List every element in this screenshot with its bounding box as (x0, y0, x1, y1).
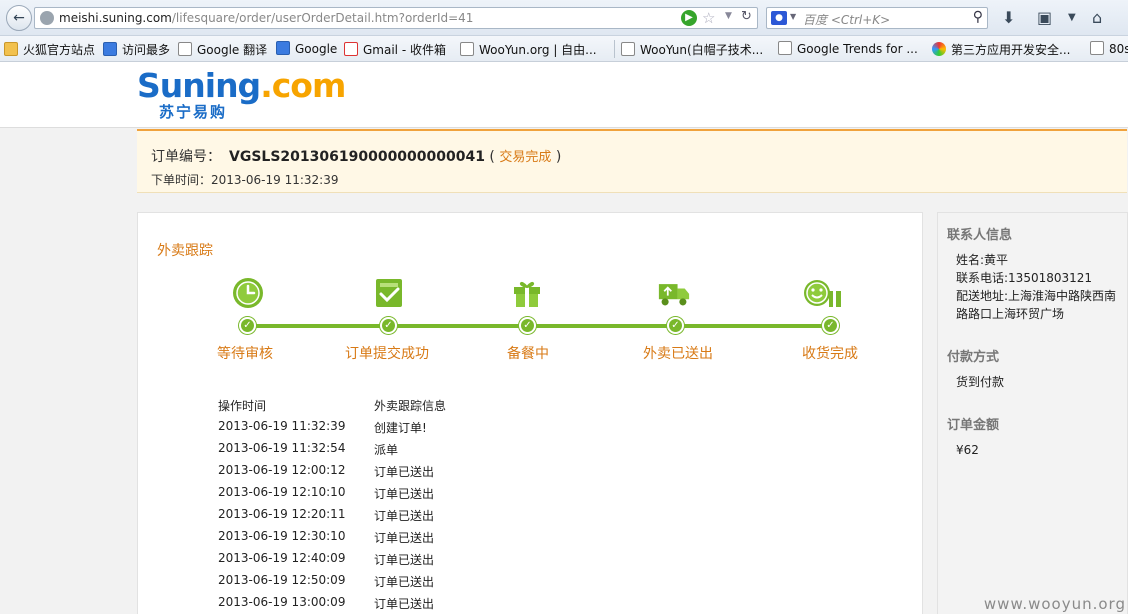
bookmark-item[interactable]: 80s (1090, 41, 1128, 56)
bookmark-item[interactable]: 火狐官方站点 (4, 41, 95, 58)
logo-subtitle: 苏宁易购 (159, 103, 228, 121)
folder-icon (4, 42, 18, 56)
globe-icon (40, 11, 54, 25)
order-time: 2013-06-19 11:32:39 (211, 173, 339, 187)
bookmark-item[interactable]: WooYun(白帽子技术... (621, 41, 763, 58)
bookmark-item[interactable]: 访问最多 (103, 41, 170, 58)
download-icon[interactable]: ⬇ (1002, 8, 1015, 27)
app-swirl-icon (932, 42, 946, 56)
reload-icon[interactable]: ↻ (741, 9, 752, 24)
order-number-line: 订单编号： VGSLS201306190000000000041 ( 交易完成 ) (151, 149, 562, 165)
url-host: meishi.suning.com (59, 11, 172, 25)
url-dropdown-icon[interactable]: ▼ (725, 11, 732, 21)
screenshot-tool-icon[interactable]: ▣ (1037, 8, 1052, 27)
document-check-icon (376, 279, 402, 307)
page-icon (778, 41, 792, 55)
site-header: Suning.com 苏宁易购 (0, 62, 1128, 128)
bookmark-item[interactable]: 第三方应用开发安全... (932, 41, 1070, 58)
bookmark-item[interactable]: WooYun.org | 自由... (460, 41, 597, 58)
page-icon (460, 42, 474, 56)
google-icon (276, 41, 290, 55)
contact-phone: 联系电话:13501803121 (956, 271, 1093, 285)
progress-track (248, 324, 830, 328)
bookmark-separator (614, 40, 615, 58)
page-icon (178, 42, 192, 56)
search-bar[interactable]: ● ▼ 百度 <Ctrl+K> ⚲ (766, 7, 988, 29)
bookmark-star-icon[interactable]: ☆ (702, 9, 715, 27)
step-check-icon: ✓ (380, 317, 397, 334)
order-time-label: 下单时间： (151, 173, 212, 187)
gmail-icon (344, 42, 358, 56)
contact-name: 姓名:黄平 (956, 253, 1009, 267)
search-engine-icon[interactable]: ● (771, 11, 787, 25)
gift-box-icon (514, 281, 540, 307)
column-header-time: 操作时间 (218, 399, 267, 413)
payment-method: 货到付款 (956, 375, 1005, 389)
bookmark-item[interactable]: Google 翻译 (178, 41, 267, 58)
order-status: 交易完成 (499, 150, 552, 165)
step-check-icon: ✓ (239, 317, 256, 334)
amount-title: 订单金额 (947, 418, 1000, 433)
column-header-info: 外卖跟踪信息 (374, 399, 447, 413)
watermark: www.wooyun.org (983, 595, 1126, 613)
delivery-truck-icon (658, 284, 690, 306)
bookmark-item[interactable]: Google Trends for ... (778, 41, 918, 56)
step-label: 备餐中 (507, 346, 549, 362)
contact-address: 配送地址:上海淮海中路陕西南路路口上海环贸广场 (956, 289, 1117, 321)
payment-title: 付款方式 (947, 350, 1000, 365)
step-label: 等待审核 (217, 346, 273, 362)
bookmark-item[interactable]: Google (276, 41, 337, 56)
bookmark-icon (103, 42, 117, 56)
tracking-title: 外卖跟踪 (157, 243, 213, 259)
search-placeholder: 百度 <Ctrl+K> (803, 13, 891, 27)
url-path: /lifesquare/order/userOrderDetail.htm?or… (171, 11, 474, 25)
tool-dropdown-icon[interactable]: ▼ (1068, 12, 1076, 23)
step-label: 订单提交成功 (345, 346, 429, 362)
step-check-icon: ✓ (519, 317, 536, 334)
order-number: VGSLS201306190000000000041 (229, 149, 485, 165)
bookmarks-toolbar: 火狐官方站点 访问最多 Google 翻译 Google Gmail - 收件箱… (0, 36, 1128, 62)
smile-gift-icon (804, 280, 841, 307)
bookmark-item[interactable]: Gmail - 收件箱 (344, 41, 446, 58)
search-icon[interactable]: ⚲ (973, 9, 983, 25)
order-amount: ¥62 (956, 443, 979, 457)
url-bar[interactable]: meishi.suning.com/lifesquare/order/userO… (34, 7, 758, 29)
step-label: 外卖已送出 (643, 346, 713, 362)
order-number-label: 订单编号： (151, 149, 221, 165)
step-check-icon: ✓ (667, 317, 684, 334)
suning-logo[interactable]: Suning.com 苏宁易购 (137, 68, 346, 122)
url-text: meishi.suning.com/lifesquare/order/userO… (59, 11, 473, 25)
back-arrow-icon[interactable]: ← (6, 5, 32, 31)
contact-title: 联系人信息 (947, 228, 1013, 243)
page-icon (621, 42, 635, 56)
page-icon (1090, 41, 1104, 55)
order-time-line: 下单时间：2013-06-19 11:32:39 (151, 171, 338, 188)
order-side-panel: 联系人信息 姓名:黄平 联系电话:13501803121 配送地址:上海淮海中路… (937, 212, 1128, 614)
go-arrow-icon[interactable]: ▶ (681, 10, 697, 26)
step-label: 收货完成 (802, 346, 858, 362)
tracking-panel: 外卖跟踪 ✓ ✓ ✓ ✓ ✓ 等待审核 订单提交成功 备餐中 外卖已送出 收货完… (137, 212, 923, 614)
step-check-icon: ✓ (822, 317, 839, 334)
order-info-bar: 订单编号： VGSLS201306190000000000041 ( 交易完成 )… (137, 129, 1127, 193)
clock-icon (233, 278, 263, 308)
home-icon[interactable]: ⌂ (1092, 8, 1102, 27)
browser-navbar: ← meishi.suning.com/lifesquare/order/use… (0, 0, 1128, 36)
search-engine-dropdown-icon[interactable]: ▼ (790, 12, 796, 21)
contact-details: 姓名:黄平 联系电话:13501803121 配送地址:上海淮海中路陕西南路路口… (956, 251, 1126, 323)
